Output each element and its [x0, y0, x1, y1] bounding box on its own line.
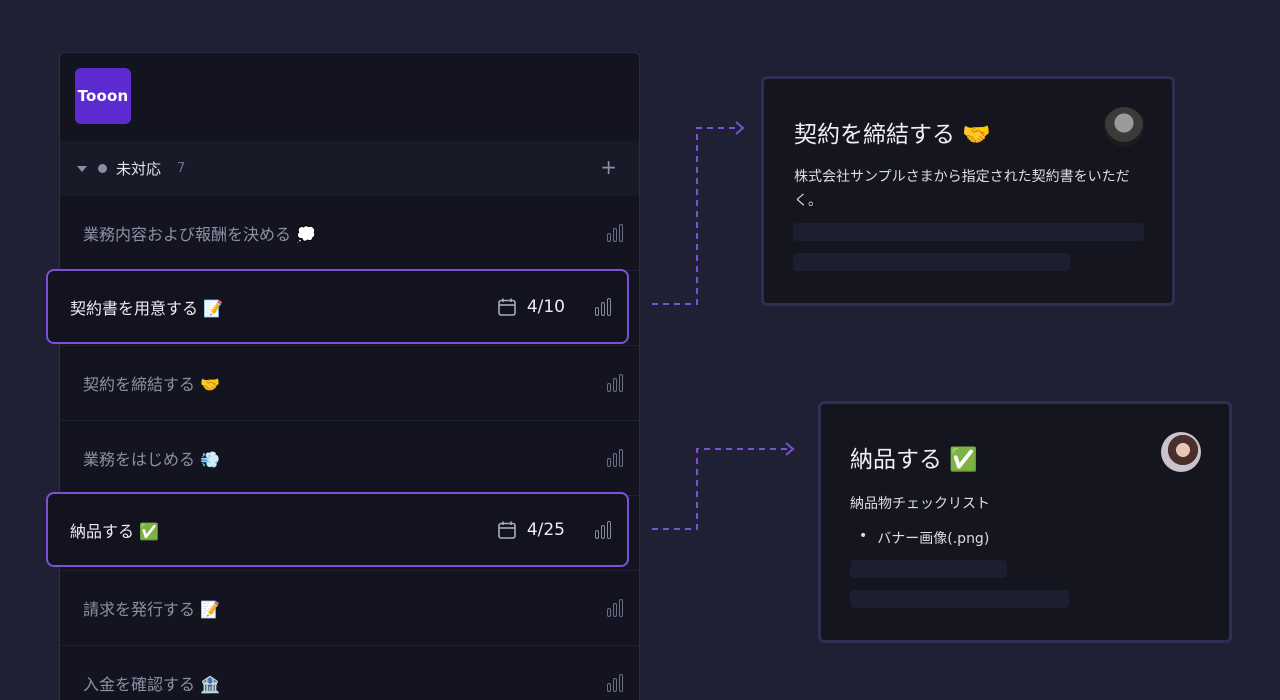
- skeleton-line: [793, 223, 1144, 241]
- bullet-icon: •: [859, 528, 868, 544]
- avatar[interactable]: [1104, 107, 1144, 147]
- task-detail-card[interactable]: 納品する ✅ 納品物チェックリスト • バナー画像(.png): [818, 401, 1232, 643]
- skeleton-line: [793, 253, 1070, 271]
- skeleton-line: [850, 560, 1007, 578]
- checklist-item: • バナー画像(.png): [859, 528, 989, 548]
- task-detail-card[interactable]: 契約を締結する 🤝 株式会社サンプルさまから指定された契約書をいただく。: [761, 76, 1175, 306]
- card-title: 契約を締結する 🤝: [794, 122, 991, 148]
- avatar[interactable]: [1161, 432, 1201, 472]
- card-description: 納品物チェックリスト: [850, 496, 990, 512]
- card-title: 納品する ✅: [850, 447, 978, 473]
- checklist-item-label: バナー画像(.png): [877, 531, 990, 547]
- stage: Tooon 未対応 7 + 業務内容および報酬を決める 💭 契約を締結する 🤝 …: [0, 0, 1280, 700]
- card-description: 株式会社サンプルさまから指定された契約書をいただく。: [794, 169, 1130, 209]
- skeleton-line: [850, 590, 1069, 608]
